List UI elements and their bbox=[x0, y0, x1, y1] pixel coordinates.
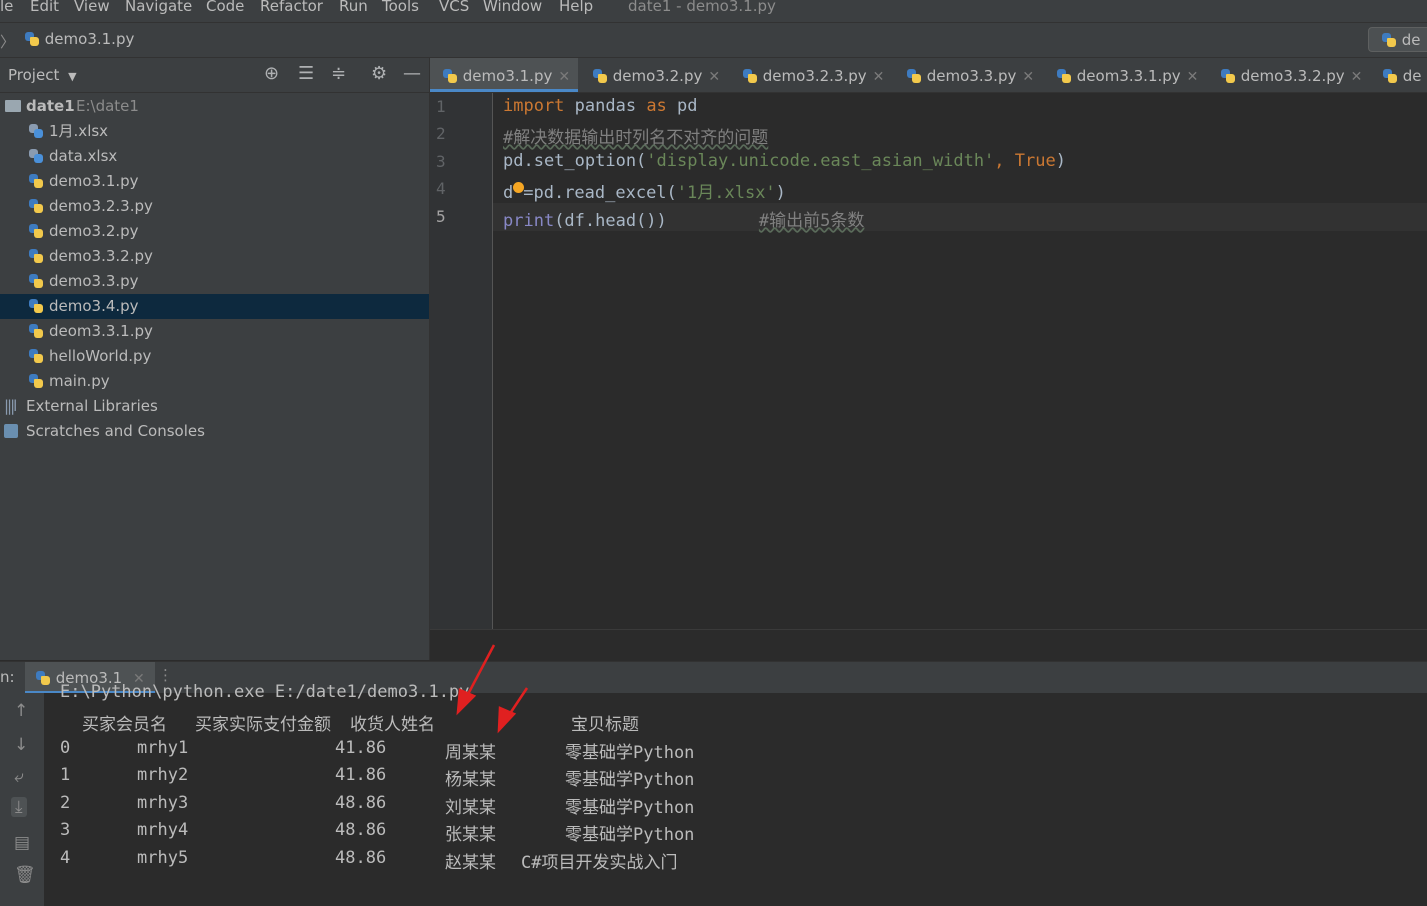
red-arrow-head-1 bbox=[456, 688, 477, 716]
red-arrow-line-1 bbox=[464, 644, 496, 699]
annotation-arrows bbox=[456, 644, 529, 734]
